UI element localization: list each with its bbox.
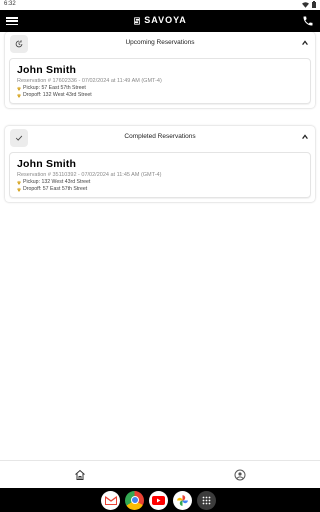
- system-icons: [302, 1, 316, 8]
- status-bar: 6:32: [0, 0, 320, 10]
- app-drawer-icon[interactable]: [197, 490, 216, 510]
- completed-section-title: Completed Reservations: [124, 133, 196, 140]
- pickup-location: Pickup: 132 West 43rd Street: [17, 179, 304, 185]
- status-time: 6:32: [4, 1, 16, 7]
- dropoff-text: Dropoff: 57 East 57th Street: [23, 186, 88, 192]
- app-dock: [101, 490, 216, 510]
- brand-logo: SAVOYA: [0, 15, 320, 25]
- app-bar: SAVOYA: [0, 10, 320, 32]
- passenger-name: John Smith: [17, 64, 77, 76]
- location-pin-icon: [17, 86, 21, 91]
- android-taskbar: [0, 488, 320, 512]
- reservation-card-completed[interactable]: John Smith Reservation # 35110392 - 07/0…: [9, 152, 311, 198]
- reservation-details: Reservation # 17602336 - 07/02/2024 at 1…: [17, 78, 162, 84]
- savoya-logo-icon: [134, 17, 141, 25]
- chevron-up-icon[interactable]: [301, 133, 309, 141]
- upcoming-section-title: Upcoming Reservations: [125, 39, 195, 46]
- account-icon[interactable]: [234, 469, 246, 481]
- completed-reservations-section: Completed Reservations John Smith Reserv…: [5, 126, 315, 202]
- wifi-icon: [302, 1, 309, 8]
- gmail-icon[interactable]: [101, 490, 120, 510]
- youtube-icon[interactable]: [149, 490, 168, 510]
- location-pin-icon: [17, 187, 21, 192]
- chevron-up-icon[interactable]: [301, 39, 309, 47]
- home-icon[interactable]: [74, 469, 86, 481]
- phone-icon[interactable]: [302, 15, 314, 27]
- chrome-icon[interactable]: [125, 490, 144, 510]
- reservation-details: Reservation # 35110392 - 07/02/2024 at 1…: [17, 172, 162, 178]
- dropoff-text: Dropoff: 132 West 43rd Street: [23, 92, 92, 98]
- brand-name: SAVOYA: [144, 15, 187, 25]
- dropoff-location: Dropoff: 57 East 57th Street: [17, 186, 304, 192]
- photos-icon[interactable]: [173, 490, 192, 510]
- bottom-navigation: [0, 460, 320, 488]
- location-pin-icon: [17, 93, 21, 98]
- completed-section-header[interactable]: Completed Reservations: [5, 126, 315, 150]
- pickup-text: Pickup: 132 West 43rd Street: [23, 179, 91, 185]
- location-pin-icon: [17, 180, 21, 185]
- reservations-screen: Upcoming Reservations John Smith Reserva…: [0, 32, 320, 460]
- dropoff-location: Dropoff: 132 West 43rd Street: [17, 92, 304, 98]
- pickup-text: Pickup: 57 East 57th Street: [23, 85, 86, 91]
- upcoming-reservations-section: Upcoming Reservations John Smith Reserva…: [5, 32, 315, 108]
- reservation-card-upcoming[interactable]: John Smith Reservation # 17602336 - 07/0…: [9, 58, 311, 104]
- passenger-name: John Smith: [17, 158, 77, 170]
- battery-icon: [312, 1, 316, 8]
- upcoming-section-header[interactable]: Upcoming Reservations: [5, 32, 315, 56]
- pickup-location: Pickup: 57 East 57th Street: [17, 85, 304, 91]
